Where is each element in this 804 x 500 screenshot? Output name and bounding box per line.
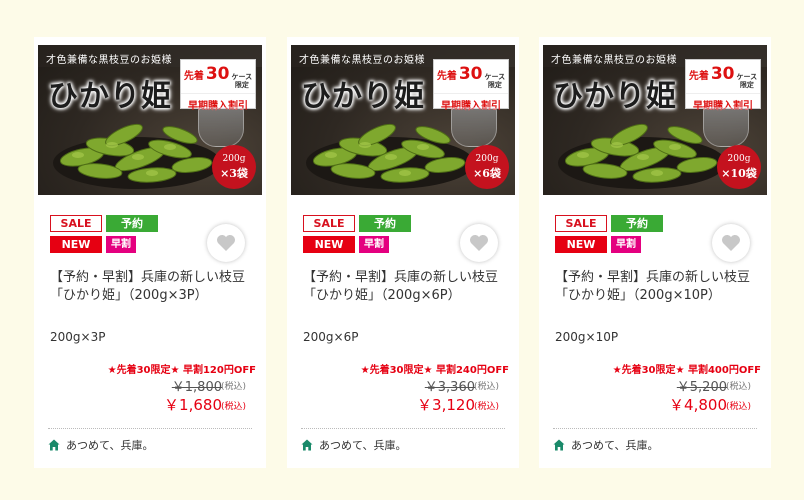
heart-icon — [722, 235, 740, 251]
image-catchcopy: 才色兼備な黒枝豆のお姫様 — [299, 55, 425, 66]
image-catchcopy: 才色兼備な黒枝豆のお姫様 — [46, 55, 172, 66]
promo-prefix: 先着 — [688, 71, 709, 82]
tax-label: (税込) — [473, 402, 499, 412]
image-brand-name: ひかり姫 — [48, 79, 172, 114]
early-discount-badge: 早割 — [106, 236, 136, 253]
original-price: ￥5,200 — [676, 380, 727, 395]
promo-prefix: 先着 — [436, 71, 457, 82]
shop-link[interactable]: あつめて、兵庫。 — [48, 437, 153, 453]
product-card[interactable]: 才色兼備な黒枝豆のお姫様 ひかり姫 先着 30 ケース限定 早期購入割引 — [34, 37, 266, 468]
discount-offer: ★先着30限定★ 早割240円OFF — [360, 365, 509, 376]
reservation-badge: 予約 — [359, 215, 411, 232]
sale-price: ￥1,680 — [164, 396, 222, 414]
new-badge: NEW — [555, 236, 607, 253]
home-icon — [301, 439, 313, 451]
divider — [48, 428, 252, 429]
sale-badge: SALE — [50, 215, 102, 232]
shop-name: あつめて、兵庫。 — [319, 439, 407, 452]
product-card[interactable]: 才色兼備な黒枝豆のお姫様 ひかり姫 先着 30 ケース限定 早期購入割引 — [287, 37, 519, 468]
quantity-badge: 200g ×6袋 — [465, 145, 509, 189]
early-discount-badge: 早割 — [611, 236, 641, 253]
image-promo-box: 先着 30 ケース限定 早期購入割引 — [685, 59, 761, 112]
image-catchcopy: 才色兼備な黒枝豆のお姫様 — [551, 55, 677, 66]
quantity-badge: 200g ×3袋 — [212, 145, 256, 189]
product-grid: 才色兼備な黒枝豆のお姫様 ひかり姫 先着 30 ケース限定 早期購入割引 — [0, 0, 804, 500]
product-image[interactable]: 才色兼備な黒枝豆のお姫様 ひかり姫 先着 30 ケース限定 早期購入割引 — [543, 45, 767, 195]
sale-price: ￥4,800 — [669, 396, 727, 414]
product-card[interactable]: 才色兼備な黒枝豆のお姫様 ひかり姫 先着 30 ケース限定 早期購入割引 — [539, 37, 771, 468]
tax-label: (税込) — [725, 402, 751, 412]
new-badge: NEW — [303, 236, 355, 253]
product-image[interactable]: 才色兼備な黒枝豆のお姫様 ひかり姫 先着 30 ケース限定 早期購入割引 — [38, 45, 262, 195]
reservation-badge: 予約 — [611, 215, 663, 232]
divider — [301, 428, 505, 429]
promo-count: 30 — [458, 64, 483, 84]
product-name[interactable]: 【予約・早割】兵庫の新しい枝豆「ひかり姫」（200g×10P） — [555, 269, 761, 305]
original-price: ￥3,360 — [424, 380, 475, 395]
shop-name: あつめて、兵庫。 — [571, 439, 659, 452]
edamame-illustration — [306, 123, 474, 189]
image-brand-name: ひかり姫 — [301, 79, 425, 114]
promo-unit: ケース 限定 — [231, 73, 253, 89]
image-promo-box: 先着 30 ケース限定 早期購入割引 — [180, 59, 256, 112]
sale-badge: SALE — [303, 215, 355, 232]
favorite-button[interactable] — [712, 224, 750, 262]
product-variant: 200g×6P — [303, 330, 359, 344]
early-discount-badge: 早割 — [359, 236, 389, 253]
discount-offer: ★先着30限定★ 早割400円OFF — [612, 365, 761, 376]
tax-label: (税込) — [220, 382, 246, 392]
image-promo-box: 先着 30 ケース限定 早期購入割引 — [433, 59, 509, 112]
divider — [553, 428, 757, 429]
promo-count: 30 — [710, 64, 735, 84]
shop-link[interactable]: あつめて、兵庫。 — [553, 437, 658, 453]
sale-price: ￥3,120 — [417, 396, 475, 414]
heart-icon — [217, 235, 235, 251]
product-variant: 200g×10P — [555, 330, 619, 344]
shop-name: あつめて、兵庫。 — [66, 439, 154, 452]
sale-badge: SALE — [555, 215, 607, 232]
favorite-button[interactable] — [460, 224, 498, 262]
product-image[interactable]: 才色兼備な黒枝豆のお姫様 ひかり姫 先着 30 ケース限定 早期購入割引 — [291, 45, 515, 195]
promo-prefix: 先着 — [183, 71, 204, 82]
tax-label: (税込) — [220, 402, 246, 412]
product-name[interactable]: 【予約・早割】兵庫の新しい枝豆「ひかり姫」（200g×3P） — [50, 269, 256, 305]
shop-link[interactable]: あつめて、兵庫。 — [301, 437, 406, 453]
promo-unit: ケース 限定 — [736, 73, 758, 89]
heart-icon — [470, 235, 488, 251]
home-icon — [48, 439, 60, 451]
new-badge: NEW — [50, 236, 102, 253]
discount-offer: ★先着30限定★ 早割120円OFF — [107, 365, 256, 376]
tax-label: (税込) — [725, 382, 751, 392]
image-brand-name: ひかり姫 — [553, 79, 677, 114]
favorite-button[interactable] — [207, 224, 245, 262]
reservation-badge: 予約 — [106, 215, 158, 232]
tax-label: (税込) — [473, 382, 499, 392]
product-variant: 200g×3P — [50, 330, 106, 344]
promo-unit: ケース 限定 — [484, 73, 506, 89]
original-price: ￥1,800 — [171, 380, 222, 395]
home-icon — [553, 439, 565, 451]
quantity-badge: 200g ×10袋 — [717, 145, 761, 189]
promo-count: 30 — [205, 64, 230, 84]
edamame-illustration — [53, 123, 221, 189]
product-name[interactable]: 【予約・早割】兵庫の新しい枝豆「ひかり姫」（200g×6P） — [303, 269, 509, 305]
edamame-illustration — [558, 123, 726, 189]
